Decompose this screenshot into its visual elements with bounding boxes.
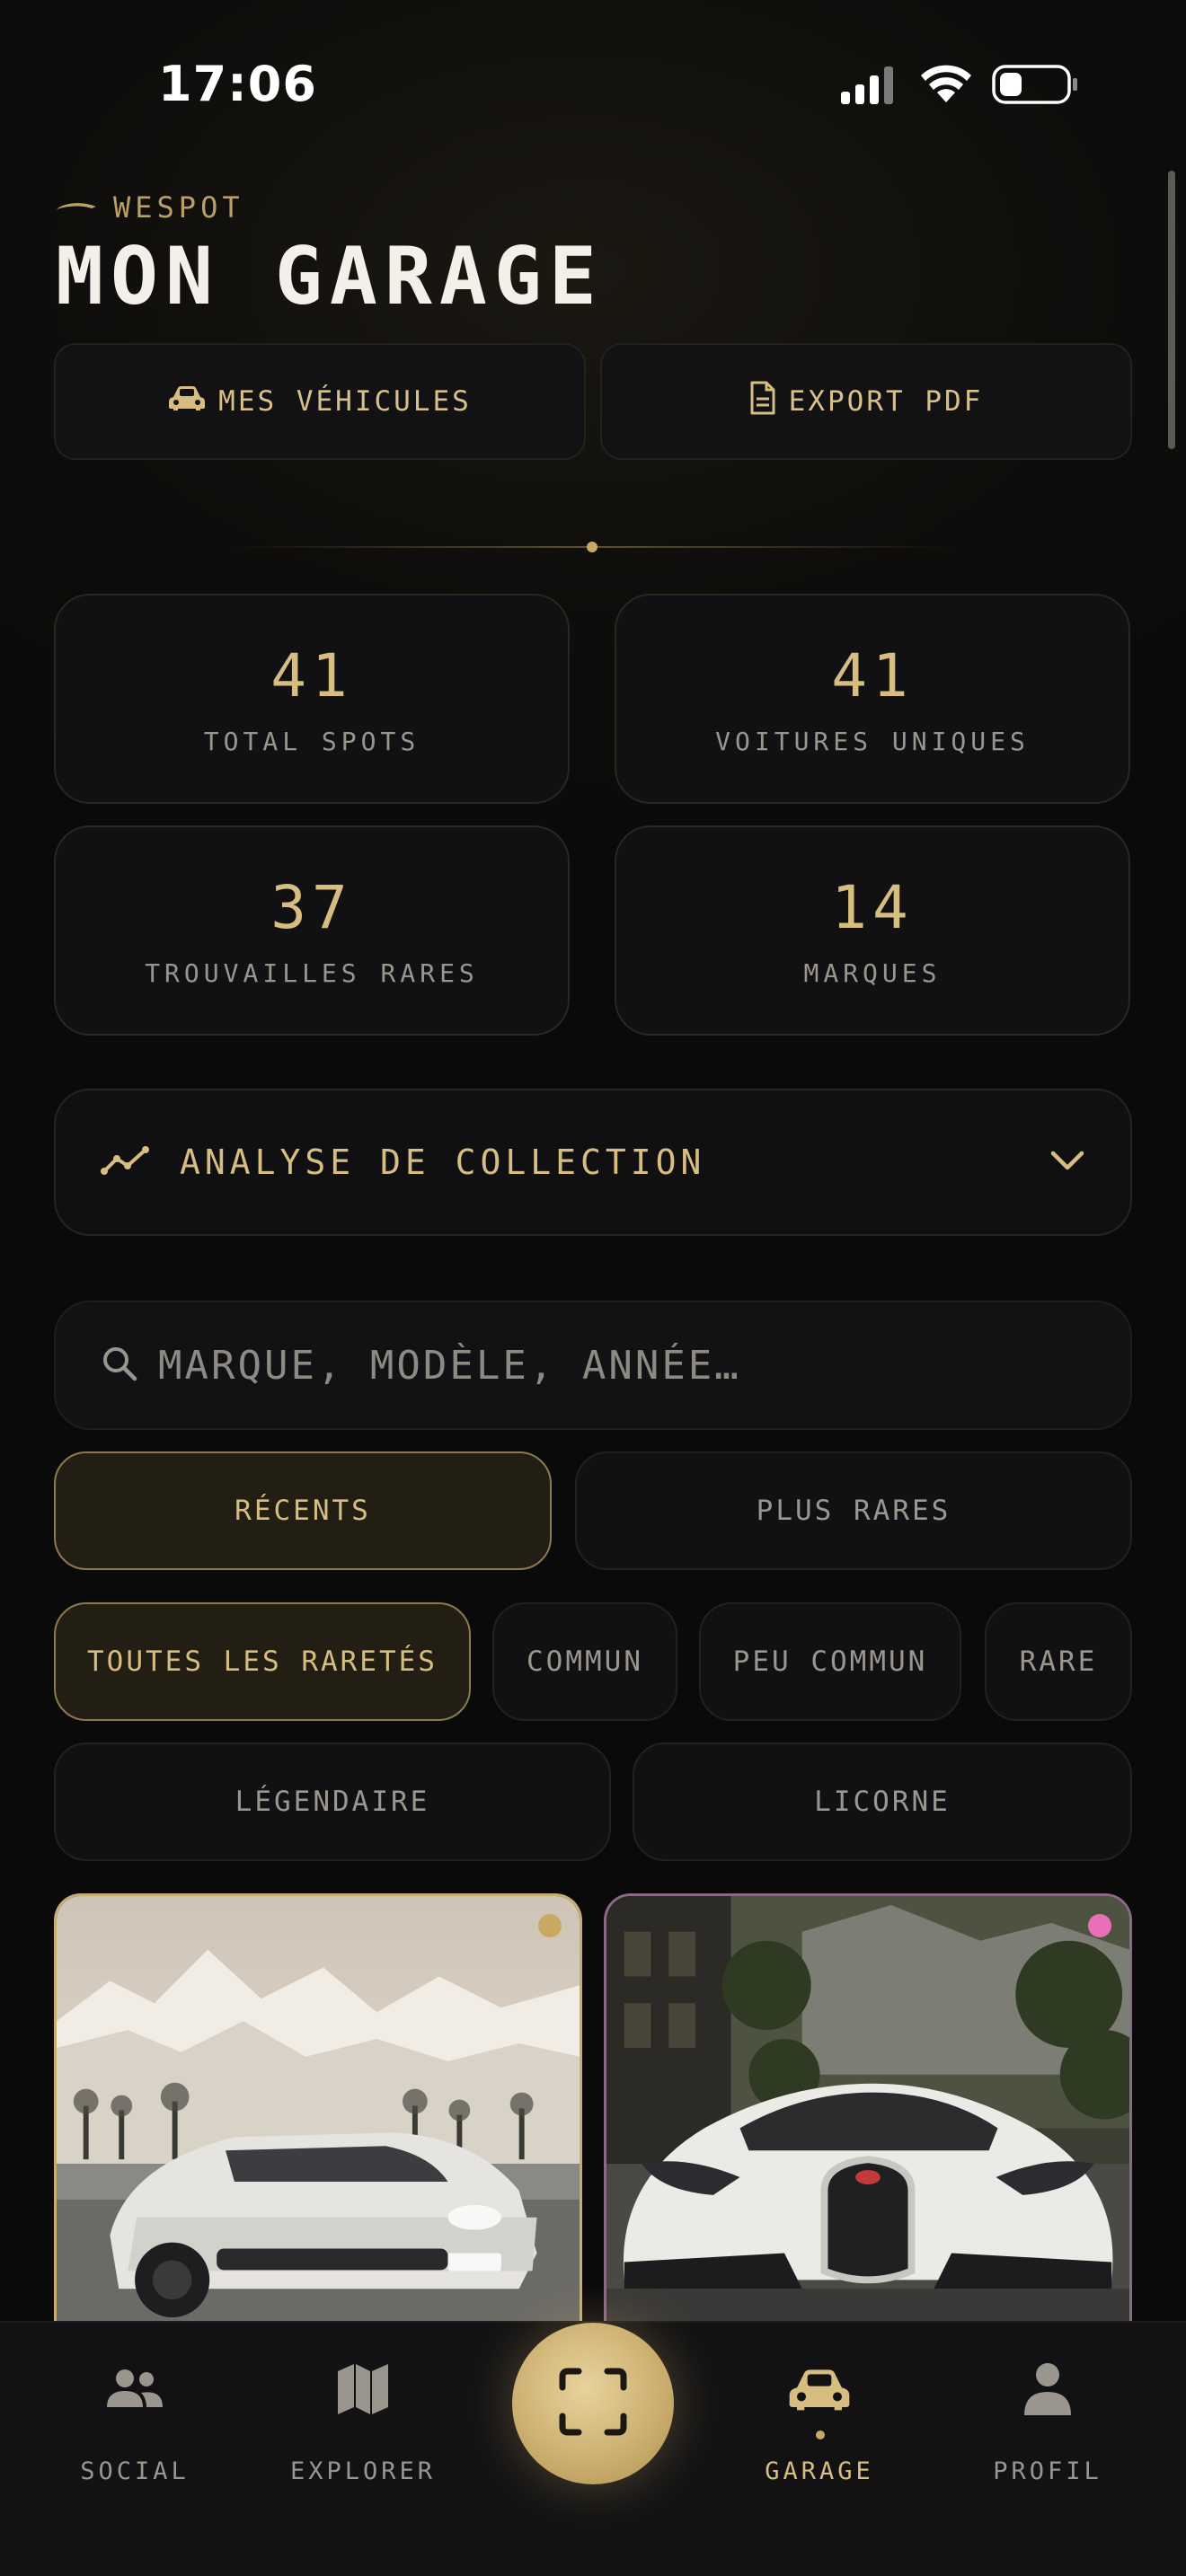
my-vehicles-label: MES VÉHICULES (218, 385, 472, 418)
battery-icon (992, 65, 1077, 104)
brand-name: WESPOT (113, 190, 244, 225)
page-title: MON GARAGE (56, 230, 604, 322)
rarity-common-chip[interactable]: COMMUN (492, 1602, 677, 1721)
active-indicator-dot (816, 2430, 825, 2439)
brand-logo-icon (56, 198, 97, 216)
search-input[interactable] (158, 1342, 1085, 1389)
stat-value: 14 (831, 873, 914, 942)
rarity-legendary-chip[interactable]: LÉGENDAIRE (54, 1742, 611, 1861)
export-pdf-label: EXPORT PDF (788, 385, 984, 418)
stat-unique-cars: 41 VOITURES UNIQUES (615, 594, 1130, 804)
nav-garage[interactable]: GARAGE (730, 2353, 909, 2485)
map-icon (336, 2353, 390, 2425)
stat-value: 41 (270, 641, 353, 710)
nav-profil[interactable]: PROFIL (958, 2353, 1137, 2485)
signal-icon (841, 66, 893, 104)
stat-label: TROUVAILLES RARES (145, 958, 479, 988)
car-card-porsche[interactable] (54, 1893, 582, 2325)
nav-label: EXPLORER (289, 2457, 437, 2485)
sort-rarest-chip[interactable]: PLUS RARES (575, 1451, 1132, 1570)
car-icon (168, 384, 206, 419)
sort-recent-chip[interactable]: RÉCENTS (54, 1451, 552, 1570)
rarity-uncommon-chip[interactable]: PEU COMMUN (699, 1602, 961, 1721)
chevron-down-icon (1049, 1149, 1085, 1176)
stat-total-spots: 41 TOTAL SPOTS (54, 594, 570, 804)
rarity-all-chip[interactable]: TOUTES LES RARETÉS (54, 1602, 471, 1721)
scan-button[interactable] (512, 2323, 674, 2484)
status-icons (837, 63, 1080, 108)
collection-analysis-label: ANALYSE DE COLLECTION (180, 1142, 706, 1182)
car-photo (57, 1896, 580, 2325)
stat-label: TOTAL SPOTS (203, 727, 420, 756)
car-card-bugatti[interactable] (604, 1893, 1132, 2325)
stat-value: 41 (831, 641, 914, 710)
user-icon (1022, 2353, 1073, 2425)
nav-label: SOCIAL (80, 2457, 190, 2485)
rarity-rare-chip[interactable]: RARE (985, 1602, 1132, 1721)
scrollbar[interactable] (1168, 171, 1175, 449)
nav-explorer[interactable]: EXPLORER (273, 2353, 453, 2485)
wifi-icon (921, 65, 971, 102)
stat-label: MARQUES (803, 958, 942, 988)
car-icon (786, 2353, 853, 2425)
rarity-dot (538, 1914, 562, 1937)
status-time: 17:06 (158, 56, 317, 112)
nav-label: PROFIL (993, 2457, 1102, 2485)
stat-brands: 14 MARQUES (615, 825, 1130, 1036)
users-icon (105, 2353, 164, 2425)
stat-value: 37 (270, 873, 353, 942)
nav-label: GARAGE (765, 2457, 874, 2485)
scan-icon (559, 2368, 627, 2439)
stat-label: VOITURES UNIQUES (715, 727, 1030, 756)
my-vehicles-button[interactable]: MES VÉHICULES (54, 343, 586, 460)
nav-social[interactable]: SOCIAL (45, 2353, 225, 2485)
search-box[interactable] (54, 1301, 1132, 1430)
trend-icon (101, 1142, 155, 1182)
search-icon (101, 1345, 138, 1386)
rarity-dot (1088, 1914, 1111, 1937)
export-pdf-button[interactable]: EXPORT PDF (600, 343, 1132, 460)
brand-row: WESPOT (56, 190, 244, 225)
document-icon (749, 381, 776, 422)
car-photo (606, 1896, 1129, 2325)
collection-analysis-toggle[interactable]: ANALYSE DE COLLECTION (54, 1089, 1132, 1236)
stat-rare-finds: 37 TROUVAILLES RARES (54, 825, 570, 1036)
rarity-unicorn-chip[interactable]: LICORNE (633, 1742, 1132, 1861)
divider-dot (587, 542, 597, 552)
